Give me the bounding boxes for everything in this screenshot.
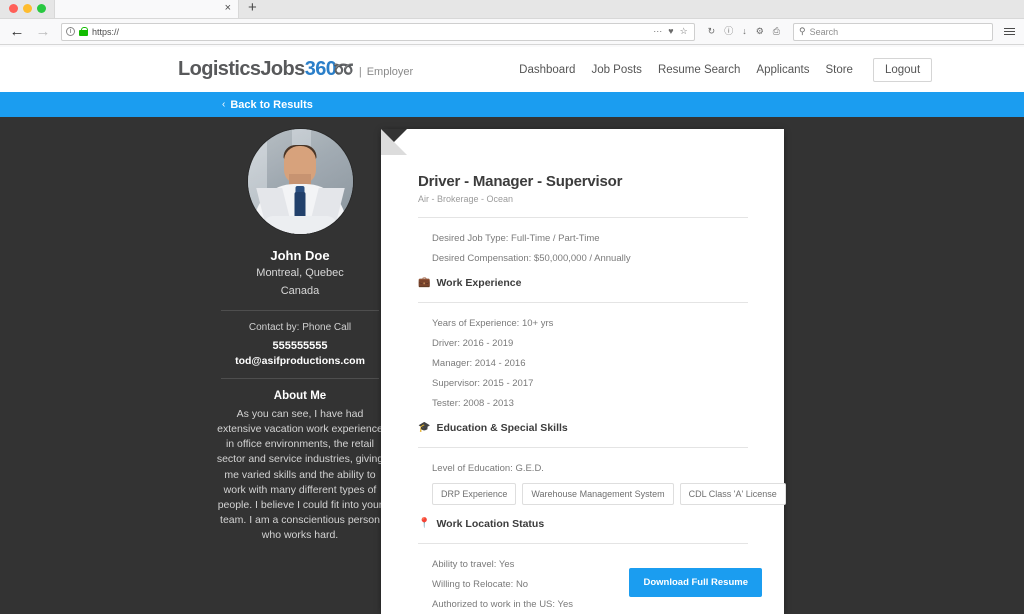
browser-tab[interactable]: × [54, 0, 239, 18]
download-full-resume-button[interactable]: Download Full Resume [629, 568, 762, 597]
minimize-window-button[interactable] [23, 4, 32, 13]
new-tab-button[interactable]: + [239, 0, 257, 18]
role-driver: Driver: 2016 - 2019 [432, 338, 514, 349]
work-experience-heading: 💼 Work Experience [418, 277, 748, 289]
forward-icon[interactable]: → [33, 24, 53, 39]
logo-accent-text: 360 [304, 58, 337, 80]
education-heading: 🎓 Education & Special Skills [418, 422, 748, 434]
resume-title: Driver - Manager - Supervisor [418, 173, 623, 190]
logo-divider: | [358, 66, 362, 78]
bookmark-star-icon[interactable]: ☆ [680, 27, 688, 36]
skills-chip-group: DRP Experience Warehouse Management Syst… [432, 483, 786, 505]
resume-summary-list: Desired Job Type: Full-Time / Part-Time … [418, 218, 748, 264]
nav-item-store[interactable]: Store [825, 64, 853, 76]
resume-card: Driver - Manager - Supervisor Air - Brok… [381, 129, 786, 614]
avatar [247, 129, 353, 234]
skill-chip-wms: Warehouse Management System [522, 483, 674, 505]
lock-icon [79, 27, 88, 36]
back-icon[interactable]: ← [7, 24, 27, 39]
sub-navigation-bar: ‹ Back to Results [0, 92, 1024, 117]
work-experience-label: Work Experience [436, 277, 522, 289]
tab-close-icon[interactable]: × [225, 3, 231, 14]
pocket-icon[interactable]: ♥ [668, 27, 673, 36]
reload-icon[interactable]: ↻ [708, 27, 716, 36]
nav-item-resume-search[interactable]: Resume Search [658, 64, 740, 76]
search-icon: ⚲ [799, 26, 806, 36]
browser-navbar: ← → i https:// ··· ♥ ☆ ↻ ⓘ ↓ ⚙ ⎙ ⚲ Searc… [0, 19, 1024, 45]
browser-search-box[interactable]: ⚲ Search [793, 22, 993, 41]
browser-titlebar: × + [0, 0, 1024, 19]
site-logo[interactable]: LogisticsJobs360➿ | Employer [178, 58, 413, 81]
desired-job-type: Desired Job Type: Full-Time / Part-Time [432, 233, 600, 244]
download-area: Download Full Resume [629, 568, 762, 597]
skill-chip-drp: DRP Experience [432, 483, 517, 505]
url-text[interactable]: https:// [92, 27, 649, 37]
close-window-button[interactable] [9, 4, 18, 13]
page-actions-ellipsis-icon[interactable]: ··· [653, 27, 662, 36]
level-of-education: Level of Education: G.E.D. [432, 463, 544, 474]
card-fold-corner-icon [381, 129, 407, 155]
work-experience-list: Years of Experience: 10+ yrs Driver: 201… [418, 303, 748, 409]
candidate-profile-panel: John Doe Montreal, Quebec Canada Contact… [215, 129, 385, 544]
education-label: Education & Special Skills [436, 422, 568, 434]
candidate-country: Canada [280, 284, 320, 297]
gear-icon[interactable]: ⚙ [756, 27, 764, 36]
logo-swoosh-icon: ➿ [333, 60, 354, 79]
resume-subtitle: Air - Brokerage - Ocean [418, 194, 514, 204]
download-icon[interactable]: ↓ [742, 27, 747, 36]
maximize-window-button[interactable] [37, 4, 46, 13]
page-viewport: LogisticsJobs360➿ | Employer Dashboard J… [0, 47, 1024, 614]
site-info-icon[interactable]: i [66, 27, 75, 36]
logo-text: LogisticsJobs360➿ [178, 58, 354, 81]
about-me-heading: About Me [273, 389, 327, 402]
skill-chip-cdl: CDL Class 'A' License [679, 483, 786, 505]
nav-item-dashboard[interactable]: Dashboard [519, 64, 575, 76]
address-bar[interactable]: i https:// ··· ♥ ☆ [61, 22, 695, 41]
contact-method: Contact by: Phone Call [248, 321, 352, 333]
divider-bottom [221, 377, 379, 379]
logo-main-text: LogisticsJobs [178, 58, 305, 80]
map-marker-icon: 📍 [418, 518, 431, 529]
site-header: LogisticsJobs360➿ | Employer Dashboard J… [0, 47, 1024, 92]
reader-mode-icon[interactable]: ⓘ [724, 27, 733, 36]
education-list: Level of Education: G.E.D. DRP Experienc… [418, 448, 786, 505]
briefcase-icon: 💼 [418, 277, 431, 288]
logout-button[interactable]: Logout [872, 57, 933, 82]
browser-toolbar-icons: ↻ ⓘ ↓ ⚙ ⎙ [701, 27, 787, 36]
work-location-status-label: Work Location Status [436, 518, 545, 530]
page-body: John Doe Montreal, Quebec Canada Contact… [0, 117, 1024, 614]
desired-compensation: Desired Compensation: $50,000,000 / Annu… [432, 253, 631, 264]
graduation-cap-icon: 🎓 [418, 422, 431, 433]
candidate-email[interactable]: tod@asifproductions.com [215, 355, 385, 367]
logo-subtitle: Employer [366, 66, 414, 78]
chevron-left-icon: ‹ [222, 99, 226, 110]
window-controls[interactable] [0, 4, 54, 18]
divider-top [221, 309, 379, 311]
nav-item-applicants[interactable]: Applicants [756, 64, 809, 76]
role-manager: Manager: 2014 - 2016 [432, 358, 526, 369]
back-to-results-link[interactable]: ‹ Back to Results [222, 99, 313, 111]
role-tester: Tester: 2008 - 2013 [432, 398, 514, 409]
main-navigation: Dashboard Job Posts Resume Search Applic… [519, 57, 933, 82]
about-me-text: As you can see, I have had extensive vac… [216, 407, 384, 542]
years-of-experience: Years of Experience: 10+ yrs [432, 318, 554, 329]
work-location-status-heading: 📍 Work Location Status [418, 518, 748, 530]
nav-item-job-posts[interactable]: Job Posts [591, 64, 642, 76]
back-to-results-label: Back to Results [230, 98, 313, 111]
browser-window: × + ← → i https:// ··· ♥ ☆ ↻ ⓘ ↓ ⚙ ⎙ ⚲ S… [0, 0, 1024, 614]
address-bar-actions: ··· ♥ ☆ [653, 27, 689, 36]
browser-menu-icon[interactable] [999, 28, 1017, 35]
candidate-name: John Doe [270, 248, 330, 263]
print-icon[interactable]: ⎙ [773, 27, 780, 36]
resume-card-content: Driver - Manager - Supervisor Air - Brok… [381, 129, 786, 610]
role-supervisor: Supervisor: 2015 - 2017 [432, 378, 534, 389]
search-input[interactable]: Search [810, 27, 839, 37]
candidate-city-region: Montreal, Quebec [256, 267, 344, 279]
candidate-phone[interactable]: 555555555 [215, 340, 385, 352]
authorized-to-work: Authorized to work in the US: Yes [432, 599, 573, 610]
